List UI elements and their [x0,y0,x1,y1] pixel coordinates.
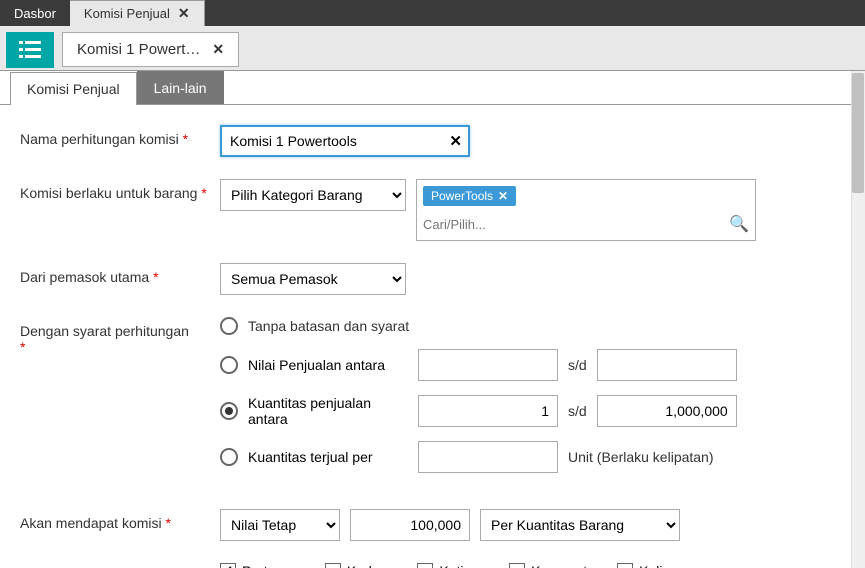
pemasok-select[interactable]: Semua Pemasok [220,263,406,295]
cb-pertama-item[interactable]: Pertama [220,563,295,568]
cb-ketiga-item[interactable]: Ketiga [417,563,479,568]
tag-box[interactable]: PowerTools ✕ 🔍 [416,179,756,241]
sd-label: s/d [568,357,587,373]
label-urutan: Diberikan pada penjual urutan (Urutan in… [20,563,220,568]
komisi-value-input[interactable] [350,509,470,541]
nilai-from-input[interactable] [418,349,558,381]
kuantitas-to-input[interactable] [597,395,737,427]
clear-icon[interactable]: ✕ [449,132,462,150]
nilai-tetap-select[interactable]: Nilai Tetap [220,509,340,541]
search-icon[interactable]: 🔍 [729,214,749,234]
tag-label: PowerTools [431,189,493,203]
cb-kelima[interactable] [617,563,633,568]
nama-input[interactable] [220,125,470,157]
tag-remove-icon[interactable]: ✕ [498,189,508,203]
cb-keempat[interactable] [509,563,525,568]
sub-header: Komisi 1 Powert… ✕ [0,26,865,70]
sub-tab-label: Komisi 1 Powert… [77,41,200,58]
radio-nilai-label: Nilai Penjualan antara [248,357,408,373]
radio-kuantitas[interactable] [220,402,238,420]
radio-nilai[interactable] [220,356,238,374]
per-kuantitas-select[interactable]: Per Kuantitas Barang [480,509,680,541]
sub-tab-komisi1[interactable]: Komisi 1 Powert… ✕ [62,32,239,67]
unit-label: Unit (Berlaku kelipatan) [568,449,714,465]
cb-keempat-item[interactable]: Keempat [509,563,587,568]
radio-terjual-label: Kuantitas terjual per [248,449,408,465]
scrollbar[interactable] [851,71,865,568]
tab-komisi-penjual[interactable]: Komisi Penjual ✕ [70,0,205,26]
kategori-select[interactable]: Pilih Kategori Barang [220,179,406,211]
cb-kelima-item[interactable]: Kelima [617,563,682,568]
kuantitas-from-input[interactable] [418,395,558,427]
radio-kuantitas-label: Kuantitas penjualan antara [248,395,408,427]
cb-pertama[interactable] [220,563,236,568]
label-syarat: Dengan syarat perhitungan* [20,317,220,355]
radio-terjual[interactable] [220,448,238,466]
tab-dasbor[interactable]: Dasbor [0,0,70,26]
tab-komisi-penjual-form[interactable]: Komisi Penjual [10,72,137,105]
label-pemasok: Dari pemasok utama * [20,263,220,285]
radio-tanpa-label: Tanpa batasan dan syarat [248,318,409,334]
terjual-input[interactable] [418,441,558,473]
label-nama: Nama perhitungan komisi * [20,125,220,147]
label-berlaku: Komisi berlaku untuk barang * [20,179,220,201]
cb-kedua[interactable] [325,563,341,568]
cb-kedua-item[interactable]: Kedua [325,563,387,568]
cb-ketiga[interactable] [417,563,433,568]
label-akan: Akan mendapat komisi * [20,509,220,531]
tag-powertools[interactable]: PowerTools ✕ [423,186,516,206]
sd-label2: s/d [568,403,587,419]
tag-search-input[interactable] [423,217,729,232]
close-icon[interactable]: ✕ [212,41,224,58]
content-area: Komisi Penjual Lain-lain Nama perhitunga… [0,70,865,568]
nilai-to-input[interactable] [597,349,737,381]
tab-label: Komisi Penjual [84,6,170,21]
list-icon [19,41,41,59]
close-icon[interactable]: ✕ [178,5,190,22]
top-tab-bar: Dasbor Komisi Penjual ✕ [0,0,865,26]
tab-lain-lain[interactable]: Lain-lain [137,71,224,104]
radio-tanpa[interactable] [220,317,238,335]
scrollbar-thumb[interactable] [852,73,864,193]
menu-button[interactable] [6,32,54,68]
form-tabs: Komisi Penjual Lain-lain [0,71,865,104]
